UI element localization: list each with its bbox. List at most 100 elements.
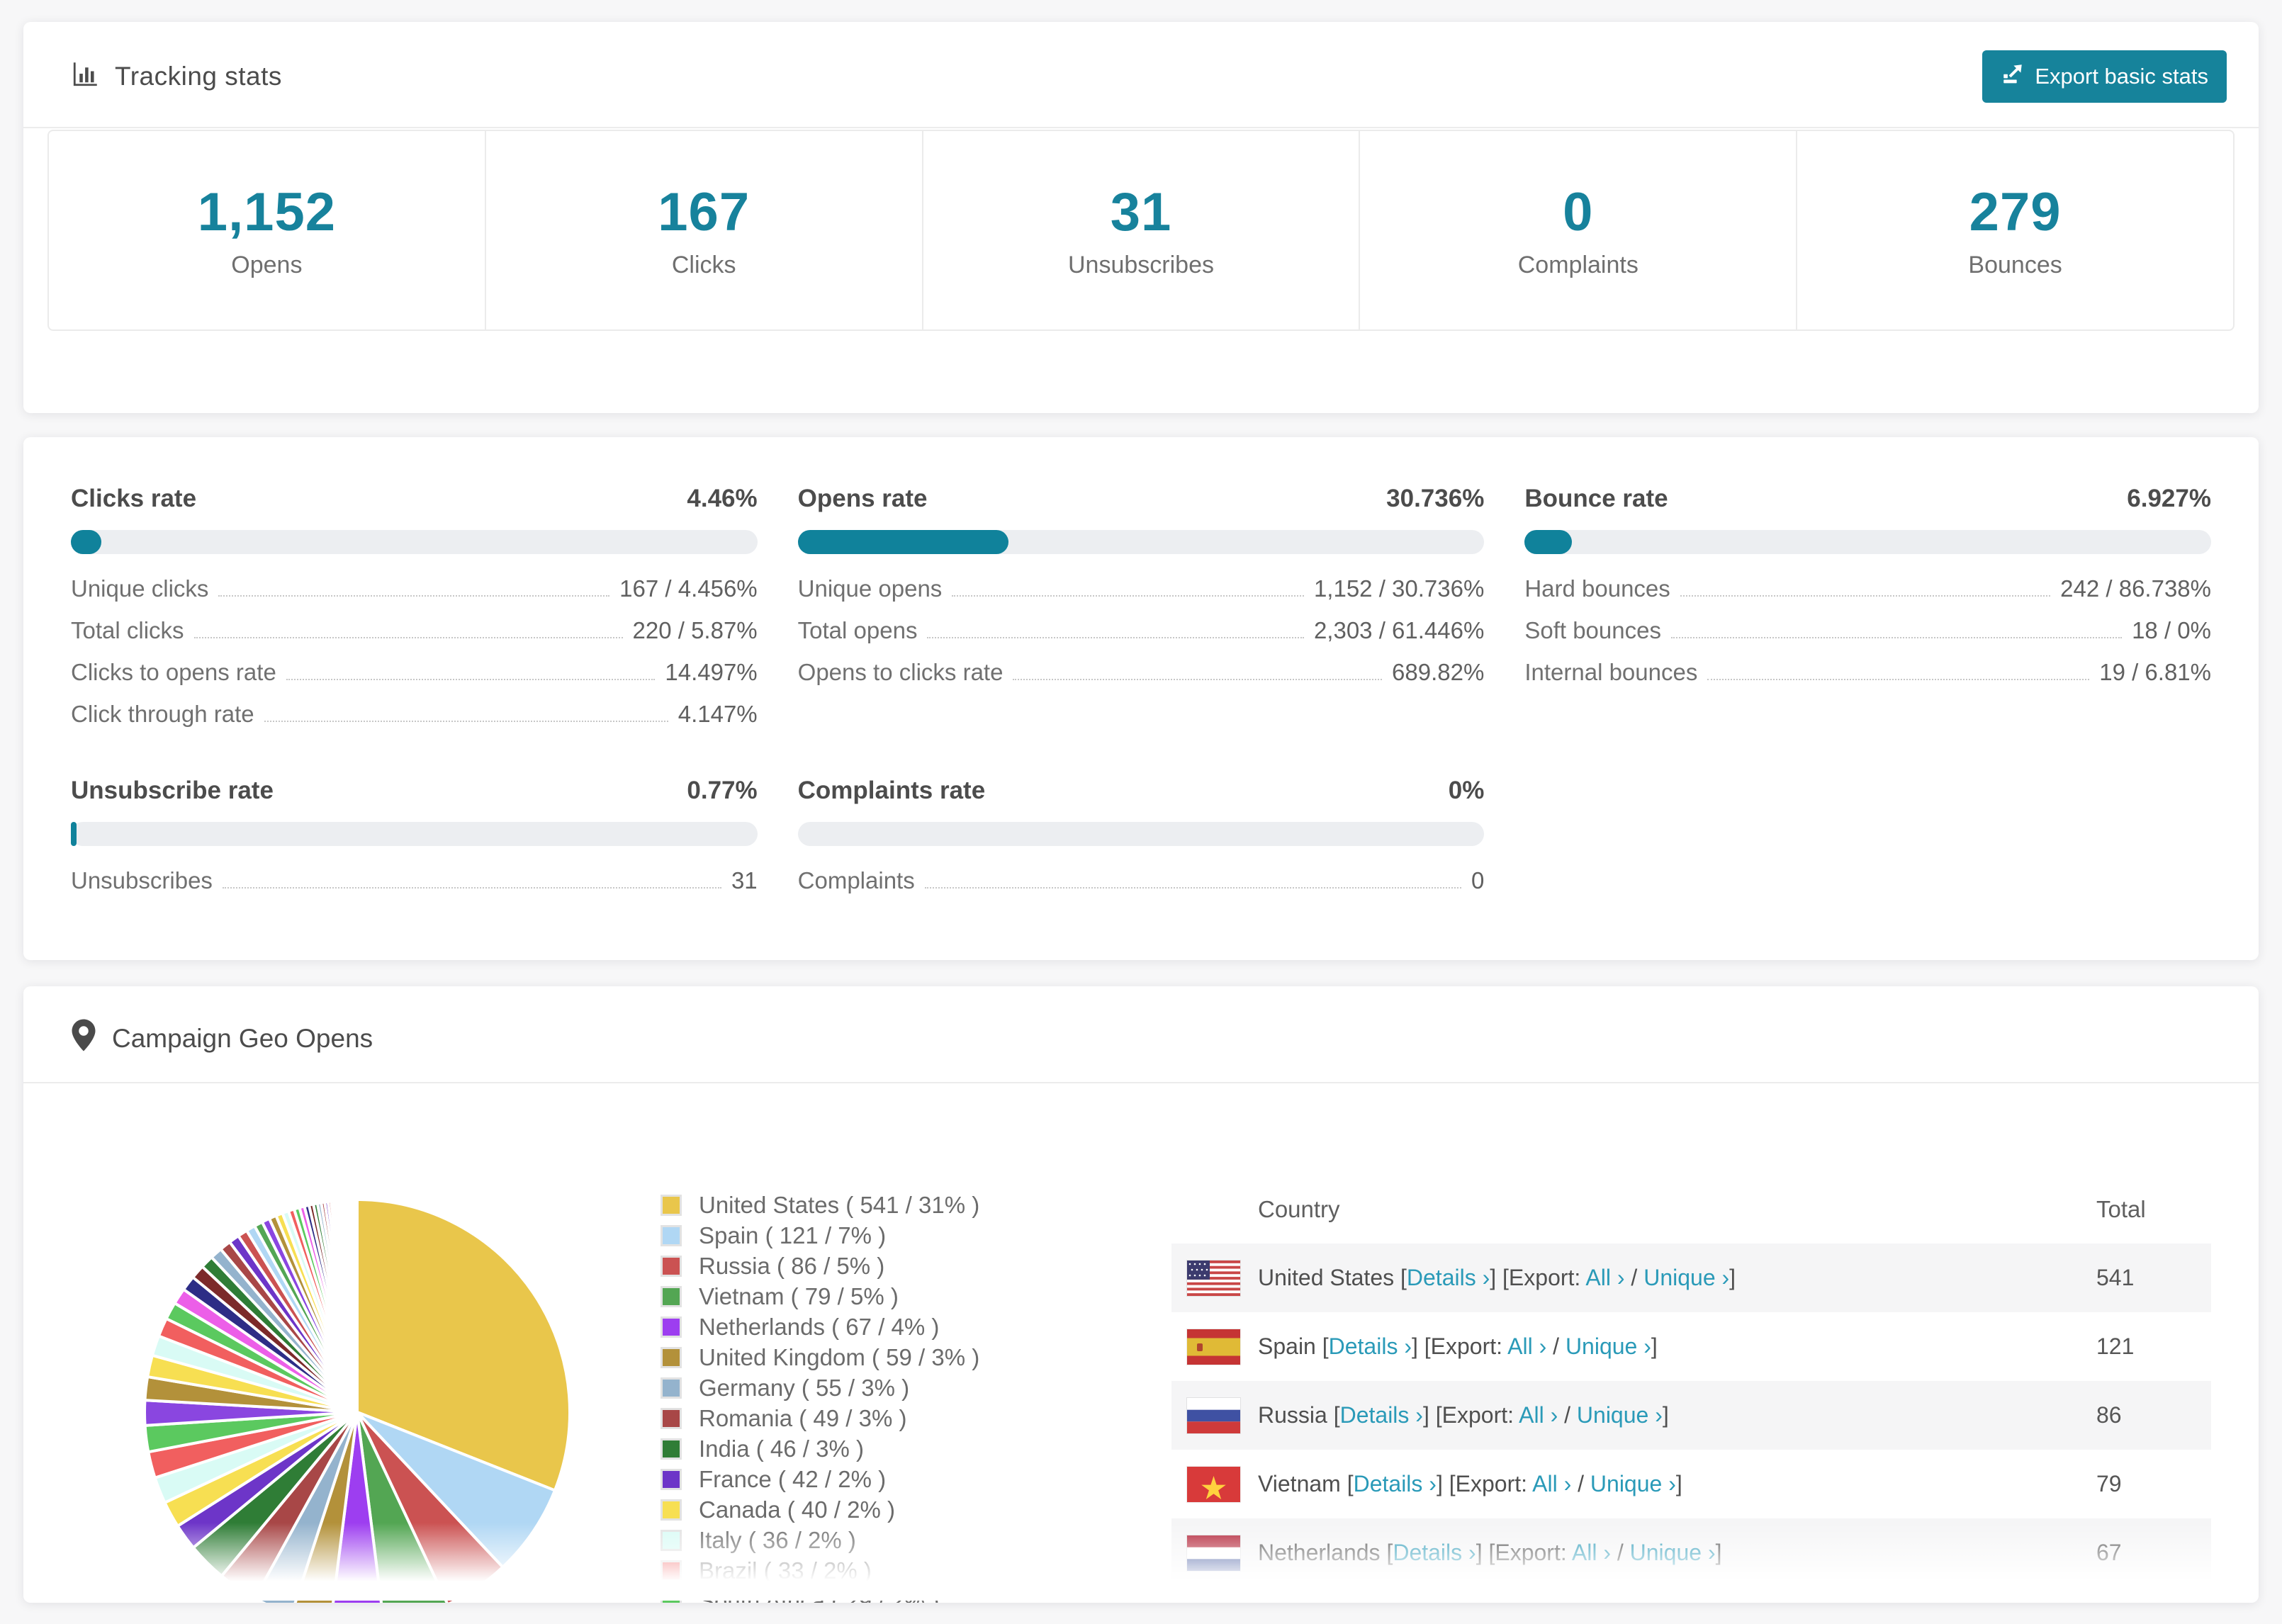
rate-detail-row: Unique clicks 167 / 4.456% xyxy=(71,575,758,617)
rate-title: Clicks rate xyxy=(71,485,197,512)
rate-detail-value: 18 / 0% xyxy=(2132,617,2211,643)
rate-detail-row: Hard bounces 242 / 86.738% xyxy=(1524,575,2211,617)
geo-table-total-header: Total xyxy=(2096,1196,2146,1222)
legend-item[interactable]: Italy ( 36 / 2% ) xyxy=(661,1525,979,1555)
campaign-geo-opens-header: Campaign Geo Opens xyxy=(23,986,2259,1083)
details-link[interactable]: Details › xyxy=(1354,1471,1437,1496)
legend-item[interactable]: United States ( 541 / 31% ) xyxy=(661,1190,979,1220)
geo-table-row: United Kingdom [Details ›] [Export: All … xyxy=(1171,1587,2211,1603)
tracking-stats-title: Tracking stats xyxy=(71,59,282,95)
geo-pie-chart[interactable] xyxy=(137,1192,577,1603)
separator: / xyxy=(1546,1333,1566,1359)
geo-row-total: 67 xyxy=(2096,1540,2122,1565)
flag-ru-icon xyxy=(1187,1397,1240,1433)
rate-detail-value: 14.497% xyxy=(665,659,758,685)
rate-detail-row: Opens to clicks rate 689.82% xyxy=(798,659,1485,701)
rate-detail-value: 242 / 86.738% xyxy=(2060,575,2211,602)
rate-progress-track xyxy=(1524,530,2211,554)
legend-swatch xyxy=(661,1560,682,1581)
export-icon xyxy=(2001,62,2025,91)
legend-swatch xyxy=(661,1590,682,1603)
legend-item[interactable]: United Kingdom ( 59 / 3% ) xyxy=(661,1342,979,1372)
rate-block-header: Unsubscribe rate 0.77% xyxy=(71,777,758,805)
dotted-leader xyxy=(286,679,656,680)
tracking-stats-card: Tracking stats Export basic stats 1,152 O… xyxy=(23,22,2259,413)
rate-grid: Clicks rate 4.46% Unique clicks 167 / 4.456… xyxy=(23,437,2259,957)
rate-detail-label: Soft bounces xyxy=(1524,617,1661,643)
rate-block-header: Bounce rate 6.927% xyxy=(1524,485,2211,513)
legend-swatch xyxy=(661,1529,682,1551)
legend-item[interactable]: Germany ( 55 / 3% ) xyxy=(661,1372,979,1403)
export-unique-link[interactable]: Unique › xyxy=(1590,1471,1676,1496)
close-bracket: ] xyxy=(1675,1471,1682,1496)
dotted-leader xyxy=(924,887,1461,889)
legend-item[interactable]: Romania ( 49 / 3% ) xyxy=(661,1403,979,1433)
pie-slice[interactable] xyxy=(354,1197,359,1413)
export-all-link[interactable]: All › xyxy=(1507,1333,1546,1359)
export-all-link[interactable]: All › xyxy=(1519,1402,1558,1428)
legend-swatch xyxy=(661,1224,682,1246)
export-all-link[interactable]: All › xyxy=(1572,1540,1611,1565)
rate-detail-row: Soft bounces 18 / 0% xyxy=(1524,617,2211,659)
details-link[interactable]: Details › xyxy=(1407,1265,1490,1290)
export-all-link[interactable]: All › xyxy=(1585,1265,1624,1290)
close-bracket: ] xyxy=(1715,1540,1722,1565)
summary-stat-label: Complaints xyxy=(1517,252,1639,278)
legend-item[interactable]: South Africa ( 29 / 2% ) xyxy=(661,1586,979,1603)
rate-value: 0% xyxy=(1448,777,1485,804)
export-unique-link[interactable]: Unique › xyxy=(1630,1540,1716,1565)
legend-item[interactable]: Brazil ( 33 / 2% ) xyxy=(661,1555,979,1586)
export-unique-link[interactable]: Unique › xyxy=(1643,1265,1729,1290)
legend-swatch xyxy=(661,1438,682,1460)
legend-item[interactable]: Canada ( 40 / 2% ) xyxy=(661,1494,979,1525)
summary-stat-label: Opens xyxy=(231,252,303,278)
export-basic-stats-button[interactable]: Export basic stats xyxy=(1982,50,2227,103)
rate-detail-value: 0 xyxy=(1471,867,1485,893)
geo-row-total: 86 xyxy=(2096,1402,2122,1428)
close-bracket: ] xyxy=(1651,1333,1658,1359)
export-unique-link[interactable]: Unique › xyxy=(1577,1402,1663,1428)
summary-stat-value: 167 xyxy=(658,182,751,242)
legend-item[interactable]: France ( 42 / 2% ) xyxy=(661,1464,979,1494)
details-link[interactable]: Details › xyxy=(1393,1540,1476,1565)
export-prefix: ] [Export: xyxy=(1422,1402,1519,1428)
geo-row-total: 79 xyxy=(2096,1471,2122,1496)
rate-block: Bounce rate 6.927% Hard bounces 242 / 86.73… xyxy=(1524,485,2211,743)
rate-detail-row: Click through rate 4.147% xyxy=(71,701,758,743)
summary-stat-value: 1,152 xyxy=(197,182,336,242)
flag-us-icon xyxy=(1187,1260,1240,1296)
geo-table-country-header: Country xyxy=(1258,1196,1340,1222)
legend-item[interactable]: Netherlands ( 67 / 4% ) xyxy=(661,1312,979,1342)
geo-pie-legend: United States ( 541 / 31% ) Spain ( 121 /… xyxy=(661,1190,979,1603)
geo-row-text: Netherlands [Details ›] [Export: All › /… xyxy=(1258,1540,1721,1566)
rate-detail-value: 167 / 4.456% xyxy=(619,575,758,602)
tracking-stats-title-text: Tracking stats xyxy=(115,62,282,91)
legend-label: Russia ( 86 / 5% ) xyxy=(699,1252,885,1279)
rate-detail-label: Unique clicks xyxy=(71,575,209,602)
rate-title: Opens rate xyxy=(797,485,928,512)
legend-item[interactable]: India ( 46 / 3% ) xyxy=(661,1433,979,1464)
summary-stat-label: Bounces xyxy=(1968,252,2062,278)
details-link[interactable]: Details › xyxy=(1340,1402,1423,1428)
dotted-leader xyxy=(193,637,623,638)
export-unique-link[interactable]: Unique › xyxy=(1566,1333,1651,1359)
campaign-geo-opens-body: United States ( 541 / 31% ) Spain ( 121 /… xyxy=(23,1083,2259,1603)
dotted-leader xyxy=(1670,637,2123,638)
rate-title: Complaints rate xyxy=(797,777,986,804)
rate-detail-row: Total opens 2,303 / 61.446% xyxy=(798,617,1485,659)
dotted-leader xyxy=(927,637,1304,638)
rate-progress-fill xyxy=(1524,530,1573,554)
geo-table-row: Spain [Details ›] [Export: All › / Uniqu… xyxy=(1171,1312,2211,1381)
details-link[interactable]: Details › xyxy=(1329,1333,1412,1359)
rate-block-header: Complaints rate 0% xyxy=(798,777,1485,805)
legend-label: Germany ( 55 / 3% ) xyxy=(699,1374,910,1401)
geo-table-row: Vietnam [Details ›] [Export: All › / Uni… xyxy=(1171,1450,2211,1518)
country-name: United States [ xyxy=(1258,1265,1407,1290)
export-all-link[interactable]: All › xyxy=(1532,1471,1571,1496)
legend-item[interactable]: Vietnam ( 79 / 5% ) xyxy=(661,1281,979,1312)
legend-item[interactable]: Spain ( 121 / 7% ) xyxy=(661,1220,979,1251)
rate-detail-list: Complaints 0 xyxy=(798,867,1485,909)
campaign-geo-opens-title: Campaign Geo Opens xyxy=(112,1023,373,1053)
legend-label: India ( 46 / 3% ) xyxy=(699,1435,864,1462)
legend-item[interactable]: Russia ( 86 / 5% ) xyxy=(661,1251,979,1281)
